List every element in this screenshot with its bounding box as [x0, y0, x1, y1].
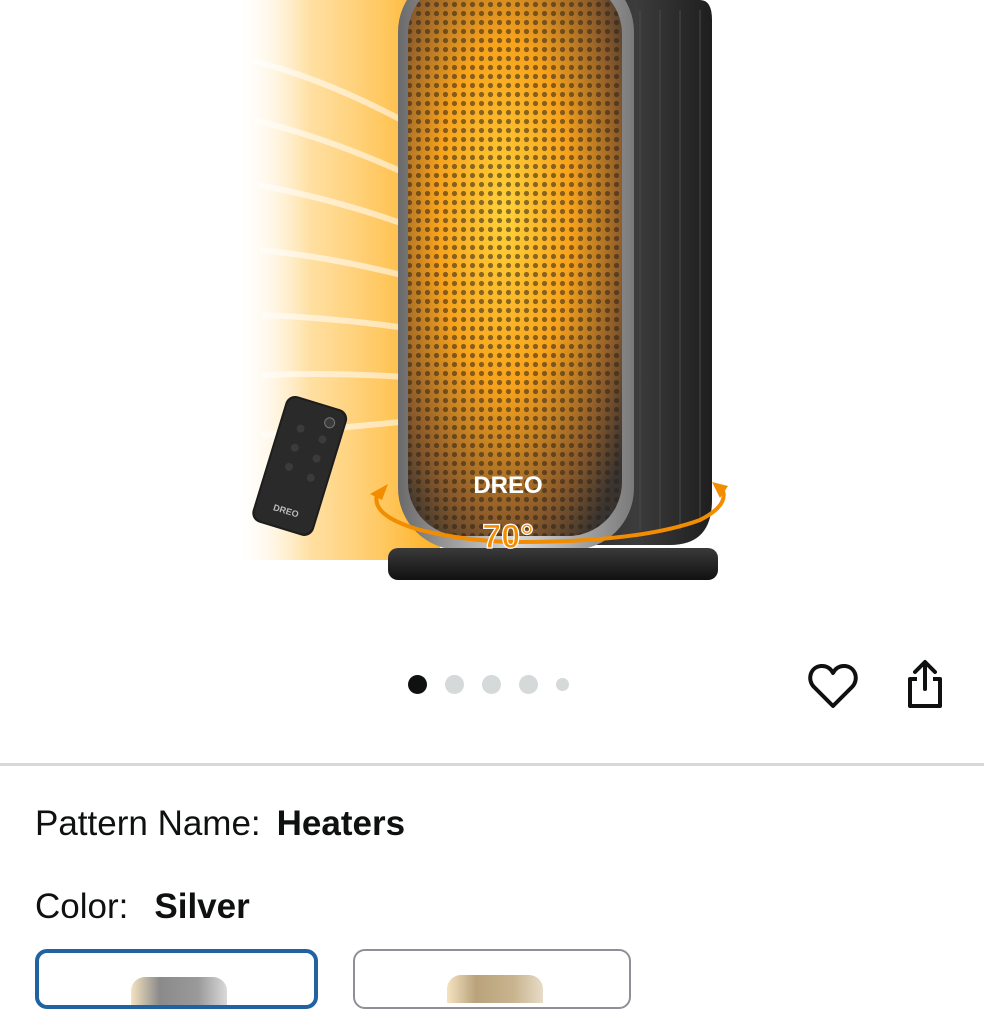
share-button[interactable]	[900, 656, 950, 712]
color-option[interactable]	[353, 949, 631, 1009]
heart-icon	[808, 663, 858, 708]
pattern-name-row: Pattern Name: Heaters	[35, 804, 405, 844]
swatch-thumbnail	[131, 977, 227, 1005]
color-option-selected[interactable]	[35, 949, 318, 1009]
carousel-dot[interactable]	[519, 674, 538, 694]
carousel-dot[interactable]	[408, 674, 427, 694]
carousel-dot[interactable]	[445, 674, 464, 694]
product-photo: DREO 70° DREO	[240, 0, 728, 580]
pattern-name-label: Pattern Name:	[35, 804, 261, 843]
share-icon	[908, 660, 942, 708]
rotation-angle-label: 70°	[482, 518, 533, 556]
grill-holes	[408, 0, 622, 536]
brand-logo: DREO	[473, 472, 542, 499]
product-image[interactable]: DREO 70° DREO	[0, 0, 984, 640]
image-carousel-indicator	[408, 674, 587, 694]
carousel-dot[interactable]	[482, 674, 501, 694]
section-divider	[0, 763, 984, 766]
carousel-dot[interactable]	[556, 677, 569, 691]
color-label: Color:	[35, 887, 129, 926]
pattern-name-value: Heaters	[276, 804, 406, 843]
color-row: Color: Silver	[35, 887, 250, 927]
color-value: Silver	[154, 887, 250, 926]
add-to-list-button[interactable]	[806, 658, 860, 714]
heater-base	[388, 548, 718, 580]
swatch-thumbnail	[447, 975, 543, 1003]
